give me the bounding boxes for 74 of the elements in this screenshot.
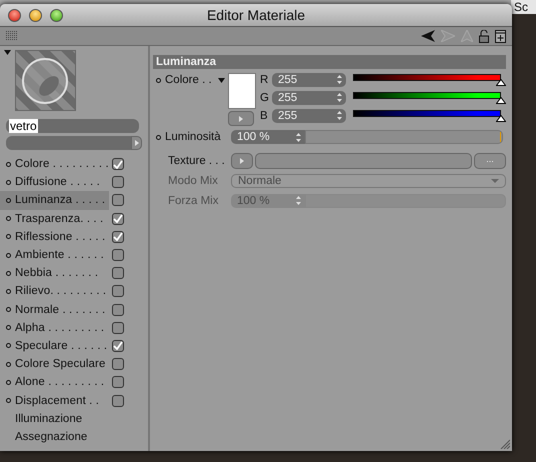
- field-label: Luminosità: [165, 131, 221, 143]
- checkbox[interactable]: [112, 158, 124, 170]
- checkbox[interactable]: [112, 340, 124, 352]
- checkbox[interactable]: [112, 212, 124, 225]
- menu-item[interactable]: Illuminazione: [0, 410, 148, 428]
- channel-item[interactable]: Ambiente . . . . . .: [0, 246, 124, 264]
- number-field[interactable]: 255: [272, 72, 346, 86]
- checkbox[interactable]: [112, 230, 124, 243]
- channel-item[interactable]: Displacement . .: [0, 391, 124, 410]
- number-field[interactable]: 100 %: [231, 130, 305, 144]
- expand-button[interactable]: [231, 152, 253, 168]
- stepper-icon[interactable]: [337, 75, 342, 84]
- play-icon: [134, 140, 138, 146]
- arrow-button[interactable]: [131, 136, 142, 150]
- caret-icon: [491, 178, 499, 182]
- checkbox[interactable]: [112, 304, 124, 316]
- channel-item[interactable]: Trasparenza. . . .: [0, 210, 124, 228]
- name-field[interactable]: vetro: [6, 119, 139, 133]
- stepper-icon[interactable]: [337, 93, 342, 102]
- checkbox[interactable]: [112, 322, 124, 334]
- channel-item[interactable]: Normale . . . . . . .: [0, 300, 124, 319]
- checkbox[interactable]: [112, 358, 124, 370]
- checkbox[interactable]: [112, 285, 124, 298]
- play-icon: [239, 116, 243, 122]
- field-label: Modo Mix: [168, 174, 219, 186]
- checkbox[interactable]: [112, 267, 124, 280]
- field-label: Texture . . .: [168, 154, 226, 166]
- channel-item[interactable]: Riflessione . . . . .: [0, 228, 124, 246]
- dropdown-triangle-icon[interactable]: [4, 50, 11, 55]
- channel-letter: G: [260, 92, 270, 104]
- window-title: Editor Materiale: [206, 7, 306, 23]
- number-field[interactable]: 255: [272, 108, 346, 122]
- channel-item[interactable]: Alpha . . . . . . . . .: [0, 318, 124, 337]
- channel-letter: R: [260, 74, 270, 86]
- channel-item[interactable]: Colore . . . . . . . . .: [0, 155, 124, 174]
- channel-item[interactable]: Diffusione . . . . .: [0, 173, 124, 192]
- resize-grip-icon[interactable]: [500, 439, 510, 449]
- dropdown-triangle-icon[interactable]: [218, 78, 225, 82]
- section-header: Luminanza: [153, 55, 506, 69]
- channel-item[interactable]: Nebbia . . . . . . .: [0, 264, 124, 282]
- close-button[interactable]: [8, 8, 21, 22]
- background-tab[interactable]: Sc: [511, 0, 536, 14]
- channel-letter: B: [260, 110, 269, 122]
- scroll-bar[interactable]: [6, 136, 131, 150]
- new-window-icon[interactable]: [495, 30, 506, 42]
- channel-item[interactable]: Speculare . . . . . .: [0, 336, 124, 356]
- checkbox[interactable]: [112, 194, 124, 206]
- minimize-button[interactable]: [29, 8, 42, 22]
- slider-thumb[interactable]: [496, 115, 506, 122]
- field-label: Forza Mix: [168, 194, 220, 206]
- stepper-icon[interactable]: [296, 196, 301, 205]
- number-field[interactable]: 255: [272, 90, 346, 104]
- texture-field[interactable]: [255, 152, 472, 168]
- grip-icon: [6, 31, 18, 41]
- checkbox[interactable]: [112, 376, 124, 388]
- menu-item[interactable]: Assegnazione: [0, 428, 148, 446]
- expand-button[interactable]: [228, 111, 254, 126]
- checkbox[interactable]: [112, 394, 124, 407]
- channel-item[interactable]: Rilievo. . . . . . . . .: [0, 282, 124, 300]
- slider-thumb[interactable]: [496, 97, 506, 104]
- material-preview[interactable]: [15, 50, 76, 111]
- checkbox[interactable]: [112, 176, 124, 188]
- color-swatch[interactable]: [228, 73, 256, 109]
- slider-thumb[interactable]: [496, 79, 506, 86]
- zoom-button[interactable]: [50, 8, 63, 22]
- stepper-icon[interactable]: [296, 132, 301, 142]
- back-arrow-icon[interactable]: [421, 30, 435, 42]
- field-label: Colore . .: [165, 74, 212, 86]
- stepper-icon[interactable]: [337, 111, 342, 120]
- play-icon: [240, 158, 244, 164]
- channel-item[interactable]: Colore Speculare: [0, 355, 124, 374]
- channel-item[interactable]: Alone . . . . . . . . .: [0, 373, 124, 392]
- checkbox[interactable]: [112, 249, 124, 262]
- lock-icon[interactable]: [479, 30, 489, 42]
